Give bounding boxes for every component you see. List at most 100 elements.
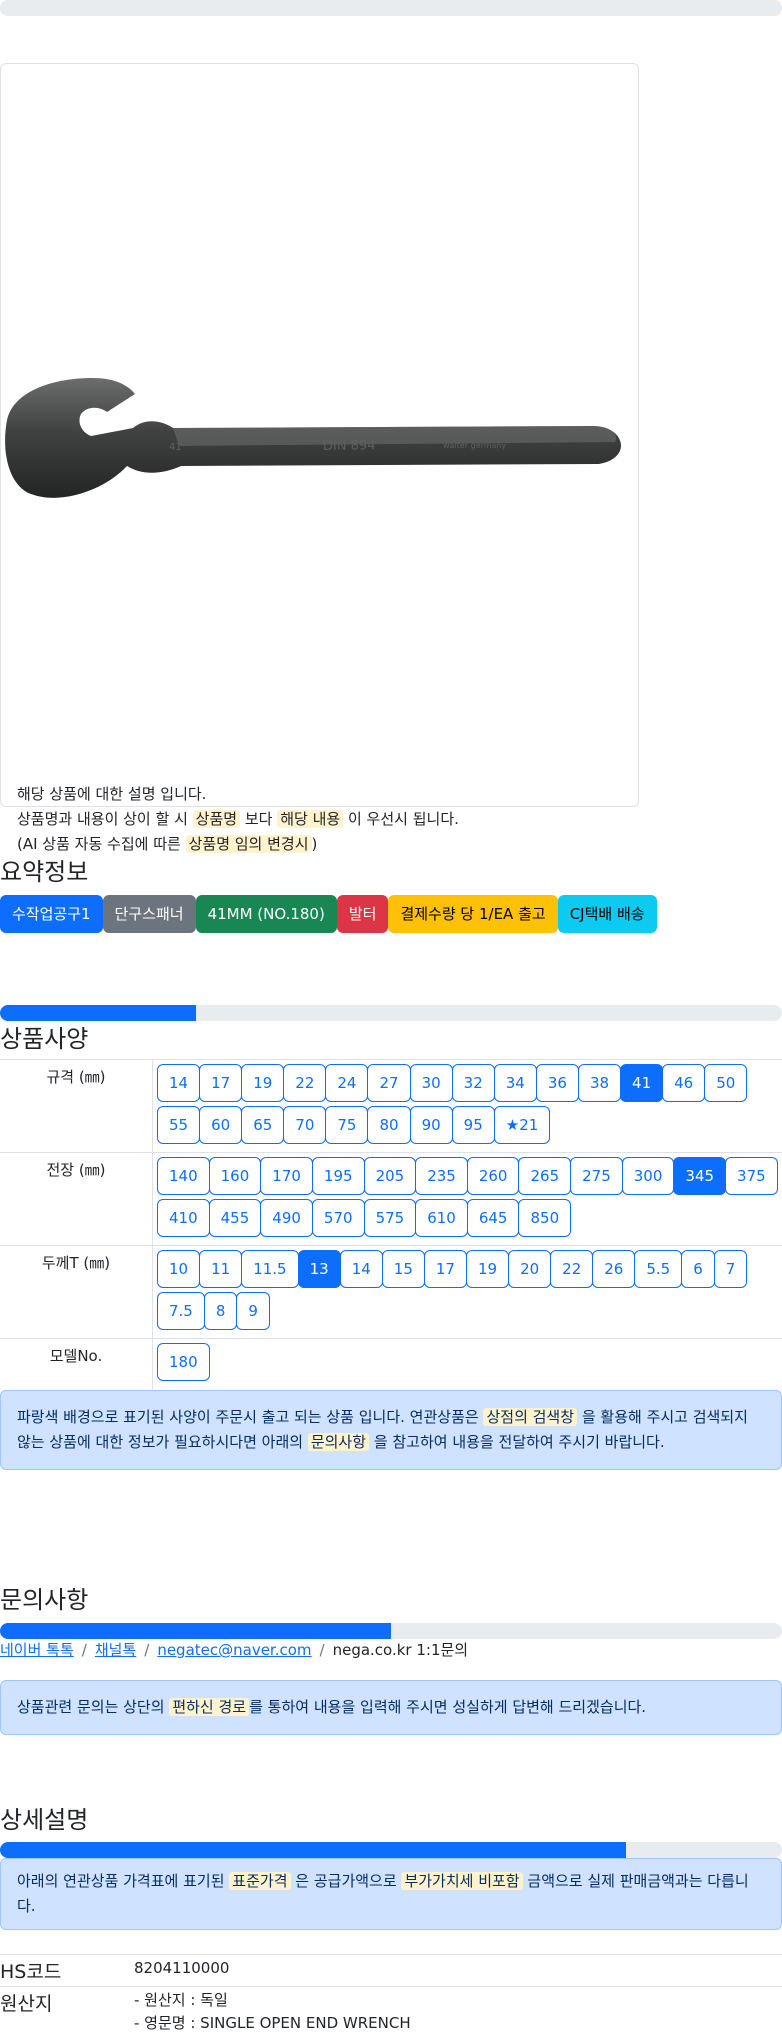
spec-options: 1417192224273032343638414650 556065707580… (153, 1060, 782, 1153)
spec-option[interactable]: 65 (241, 1106, 284, 1144)
desc-text: 보다 (245, 810, 273, 828)
detail-progress-fill (0, 1842, 626, 1858)
spec-option[interactable]: 850 (518, 1199, 571, 1237)
spec-option[interactable]: 14 (157, 1064, 200, 1102)
product-description: 해당 상품에 대한 설명 입니다. 상품명과 내용이 상이 할 시 상품명 보다… (17, 782, 459, 857)
spec-option[interactable]: 17 (199, 1064, 242, 1102)
spec-option[interactable]: 570 (312, 1199, 365, 1237)
spec-option[interactable]: 275 (570, 1157, 623, 1195)
spec-option[interactable]: 195 (312, 1157, 365, 1195)
spec-option[interactable]: 180 (157, 1343, 210, 1381)
spec-option[interactable]: 30 (410, 1064, 453, 1102)
spec-option[interactable]: 7 (714, 1250, 748, 1288)
spec-option[interactable]: 610 (415, 1199, 468, 1237)
spec-option[interactable]: 11.5 (241, 1250, 298, 1288)
spec-option[interactable]: 22 (550, 1250, 593, 1288)
top-progress-track (0, 0, 782, 16)
spec-option[interactable]: 5.5 (634, 1250, 682, 1288)
spec-option[interactable]: 490 (260, 1199, 313, 1237)
spec-option[interactable]: 410 (157, 1199, 210, 1237)
spec-option[interactable]: 60 (199, 1106, 242, 1144)
spec-option[interactable]: 34 (494, 1064, 537, 1102)
inquiry-progress-fill (0, 1623, 391, 1639)
spec-option[interactable]: 32 (452, 1064, 495, 1102)
detail-notice: 아래의 연관상품 가격표에 표기된 표준가격 은 공급가액으로 부가가치세 비포… (0, 1858, 782, 1930)
channel-talk-link[interactable]: 채널톡 (95, 1641, 136, 1659)
desc-text: (AI 상품 자동 수집에 따른 (17, 835, 181, 853)
spec-option[interactable]: 22 (283, 1064, 326, 1102)
spec-option-selected[interactable]: 345 (673, 1157, 726, 1195)
notice-text: 파랑색 배경으로 표기된 사양이 주문시 출고 되는 상품 입니다. 연관상품은 (17, 1408, 479, 1426)
spec-option[interactable]: 19 (241, 1064, 284, 1102)
spec-option[interactable]: 15 (382, 1250, 425, 1288)
spec-option-selected[interactable]: 13 (298, 1250, 341, 1288)
desc-text: ) (312, 835, 318, 853)
spec-option[interactable]: 17 (424, 1250, 467, 1288)
spec-option[interactable]: 575 (364, 1199, 417, 1237)
badge-shipping[interactable]: CJ택배 배송 (558, 895, 657, 933)
svg-text:DIN 894: DIN 894 (323, 438, 376, 454)
inquiry-notice: 상품관련 문의는 상단의 편하신 경로를 통하여 내용을 입력해 주시면 성실하… (0, 1680, 782, 1735)
spec-notice: 파랑색 배경으로 표기된 사양이 주문시 출고 되는 상품 입니다. 연관상품은… (0, 1390, 782, 1470)
spec-option[interactable]: 300 (622, 1157, 675, 1195)
spec-option[interactable]: 36 (536, 1064, 579, 1102)
summary-badges: 수작업공구1 단구스패너 41MM (NO.180) 발터 결제수량 당 1/E… (0, 895, 657, 933)
spec-option[interactable]: 235 (415, 1157, 468, 1195)
spec-option[interactable]: 90 (410, 1106, 453, 1144)
email-link[interactable]: negatec@naver.com (157, 1641, 311, 1659)
spec-option[interactable]: 10 (157, 1250, 200, 1288)
spec-option[interactable]: 11 (199, 1250, 242, 1288)
badge-quantity[interactable]: 결제수량 당 1/EA 출고 (388, 895, 557, 933)
spec-option[interactable]: 170 (260, 1157, 313, 1195)
badge-category[interactable]: 수작업공구1 (0, 895, 103, 933)
spec-option[interactable]: 75 (325, 1106, 368, 1144)
spec-option[interactable]: 14 (340, 1250, 383, 1288)
spec-option[interactable]: 95 (452, 1106, 495, 1144)
badge-type[interactable]: 단구스패너 (103, 895, 196, 933)
specs-title: 상품사양 (0, 1019, 88, 1054)
spec-options: 101111.513141517192022265.567 7.589 (153, 1246, 782, 1339)
spec-option[interactable]: 24 (325, 1064, 368, 1102)
spec-options: 180 (153, 1339, 782, 1390)
spec-option[interactable]: 645 (467, 1199, 520, 1237)
spec-option[interactable]: 8 (204, 1292, 238, 1330)
spec-option-selected[interactable]: 41 (620, 1064, 663, 1102)
detail-progress (0, 1842, 782, 1858)
notice-text: 상품관련 문의는 상단의 (17, 1698, 165, 1716)
spec-option[interactable]: 27 (367, 1064, 410, 1102)
spec-option[interactable]: 70 (283, 1106, 326, 1144)
product-card: DIN 894 walter germany 41 해당 상품에 대한 설명 입… (0, 63, 639, 807)
spec-option[interactable]: 55 (157, 1106, 200, 1144)
spec-option[interactable]: 265 (518, 1157, 571, 1195)
svg-text:41: 41 (169, 442, 182, 453)
spec-option[interactable]: 140 (157, 1157, 210, 1195)
naver-talk-link[interactable]: 네이버 톡톡 (0, 1641, 74, 1659)
spec-option[interactable]: 38 (578, 1064, 621, 1102)
inquiry-progress (0, 1623, 782, 1639)
spec-table: 규격 (㎜)1417192224273032343638414650556065… (0, 1059, 782, 1389)
spec-option[interactable]: 20 (508, 1250, 551, 1288)
spec-option[interactable]: 260 (467, 1157, 520, 1195)
badge-brand[interactable]: 발터 (337, 895, 389, 933)
highlight-route: 편하신 경로 (169, 1698, 249, 1716)
spec-option[interactable]: 455 (209, 1199, 262, 1237)
spec-option[interactable]: 46 (662, 1064, 705, 1102)
spec-option[interactable]: ★21 (494, 1106, 551, 1144)
spec-option[interactable]: 19 (466, 1250, 509, 1288)
highlight-name-change: 상품명 임의 변경시 (186, 835, 312, 853)
spec-option[interactable]: 26 (592, 1250, 635, 1288)
spec-option[interactable]: 6 (681, 1250, 715, 1288)
highlight-content: 해당 내용 (277, 810, 343, 828)
spec-option[interactable]: 9 (236, 1292, 270, 1330)
spec-option[interactable]: 375 (725, 1157, 778, 1195)
spec-option[interactable]: 50 (704, 1064, 747, 1102)
spec-option[interactable]: 160 (209, 1157, 262, 1195)
spec-option[interactable]: 7.5 (157, 1292, 205, 1330)
badge-size[interactable]: 41MM (NO.180) (196, 895, 337, 933)
spec-row: 모델No.180 (0, 1339, 782, 1390)
spec-option[interactable]: 80 (367, 1106, 410, 1144)
hs-code-label: HS코드 (0, 1955, 134, 1987)
spec-option[interactable]: 205 (364, 1157, 417, 1195)
notice-text: 아래의 연관상품 가격표에 표기된 (17, 1872, 225, 1890)
contact-links: 네이버 톡톡/채널톡/negatec@naver.com/nega.co.kr … (0, 1640, 468, 1660)
